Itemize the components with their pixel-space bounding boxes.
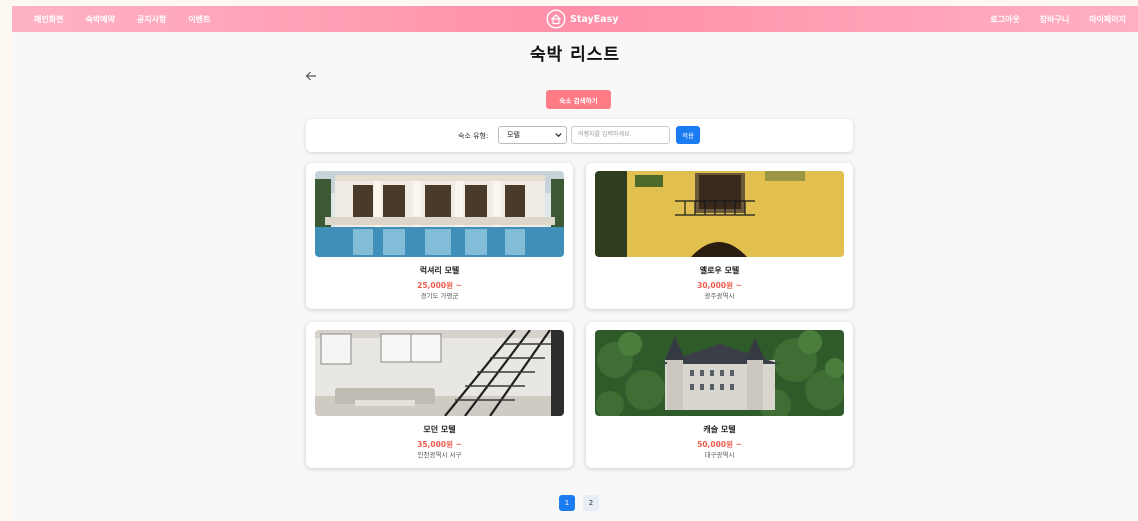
nav-cart[interactable]: 장바구니 bbox=[1040, 14, 1069, 25]
listing-card[interactable]: 모던 모텔 35,000원 ~ 인천광역시 서구 bbox=[306, 322, 573, 468]
pagination: 1 2 bbox=[559, 495, 599, 511]
brand-name: StayEasy bbox=[570, 13, 619, 25]
listing-image bbox=[595, 171, 844, 257]
home-logo-icon bbox=[546, 9, 566, 29]
listing-location: 대구광역시 bbox=[704, 451, 735, 459]
listing-location: 경기도 가평군 bbox=[420, 292, 459, 300]
listing-location: 인천광역시 서구 bbox=[417, 451, 462, 459]
page-root: 메인화면 숙박예약 공지사항 이벤트 StayEasy 로그아웃 장바구니 마이… bbox=[12, 6, 1138, 521]
filter-bar: 숙소 유형: 모텔 여행지를 입력하세요. 적용 bbox=[306, 119, 853, 152]
type-select-value: 모텔 bbox=[507, 131, 520, 139]
nav-main[interactable]: 메인화면 bbox=[34, 14, 63, 25]
listing-image bbox=[595, 330, 844, 416]
listing-image bbox=[315, 330, 564, 416]
nav-event[interactable]: 이벤트 bbox=[188, 14, 210, 25]
nav-reservation[interactable]: 숙박예약 bbox=[85, 14, 114, 25]
listing-name: 모던 모텔 bbox=[423, 425, 456, 434]
page-title: 숙박 리스트 bbox=[529, 45, 621, 65]
listing-name: 럭셔리 모텔 bbox=[419, 266, 460, 275]
type-label: 숙소 유형: bbox=[458, 132, 489, 140]
brand-logo[interactable]: StayEasy bbox=[546, 8, 618, 30]
search-lodging-button[interactable]: 숙소 검색하기 bbox=[546, 90, 611, 109]
location-input[interactable]: 여행지를 입력하세요. bbox=[571, 126, 670, 144]
nav-right-menu: 로그아웃 장바구니 마이페이지 bbox=[990, 6, 1126, 32]
listing-card[interactable]: 옐로우 모텔 30,000원 ~ 광주광역시 bbox=[586, 163, 853, 309]
arrow-left-icon[interactable] bbox=[304, 69, 318, 83]
listing-name: 옐로우 모텔 bbox=[699, 266, 740, 275]
nav-mypage[interactable]: 마이페이지 bbox=[1089, 14, 1126, 25]
listing-image bbox=[315, 171, 564, 257]
listing-card[interactable]: 럭셔리 모텔 25,000원 ~ 경기도 가평군 bbox=[306, 163, 573, 309]
top-navbar: 메인화면 숙박예약 공지사항 이벤트 StayEasy 로그아웃 장바구니 마이… bbox=[12, 6, 1138, 32]
nav-left-menu: 메인화면 숙박예약 공지사항 이벤트 bbox=[34, 6, 210, 32]
nav-logout[interactable]: 로그아웃 bbox=[990, 14, 1019, 25]
listing-name: 캐슬 모텔 bbox=[703, 425, 736, 434]
nav-notice[interactable]: 공지사항 bbox=[137, 14, 166, 25]
listing-card[interactable]: 캐슬 모텔 50,000원 ~ 대구광역시 bbox=[586, 322, 853, 468]
listing-location: 광주광역시 bbox=[704, 292, 735, 300]
page-button-1[interactable]: 1 bbox=[559, 495, 575, 511]
page-button-2[interactable]: 2 bbox=[583, 495, 599, 511]
type-select[interactable]: 모텔 bbox=[498, 126, 567, 144]
chevron-down-icon bbox=[555, 133, 562, 138]
apply-button[interactable]: 적용 bbox=[676, 126, 700, 144]
